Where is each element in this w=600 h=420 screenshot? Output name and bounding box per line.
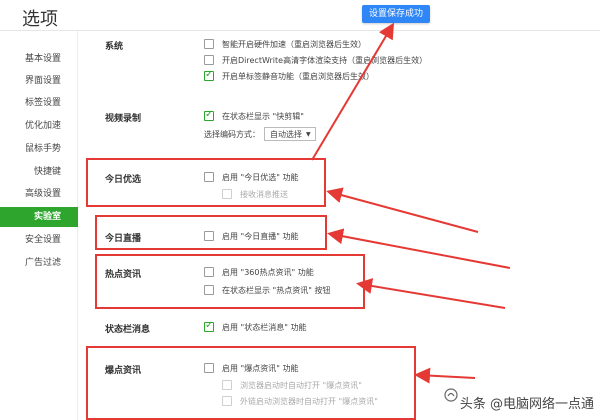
option-hw-accel[interactable]: 智能开启硬件加速（重启浏览器后生效） bbox=[204, 37, 366, 51]
sidebar-item-shortcuts[interactable]: 快捷键 bbox=[0, 162, 78, 182]
sidebar-item-adblock[interactable]: 广告过滤 bbox=[0, 253, 78, 273]
dropdown-arrow-icon: ▼ bbox=[306, 130, 311, 138]
sidebar-item-interface[interactable]: 界面设置 bbox=[0, 71, 78, 91]
sidebar-item-gestures[interactable]: 鼠标手势 bbox=[0, 139, 78, 159]
sidebar-item-tabs[interactable]: 标签设置 bbox=[0, 93, 78, 113]
checkbox-checked[interactable] bbox=[204, 69, 214, 81]
checkbox[interactable] bbox=[204, 55, 214, 65]
sidebar: 基本设置 界面设置 标签设置 优化加速 鼠标手势 快捷键 高级设置 实验室 安全… bbox=[0, 31, 78, 420]
option-tab-mute[interactable]: 开启单标签静音功能（重启浏览器后生效） bbox=[204, 69, 374, 83]
section-label-system: 系统 bbox=[105, 42, 124, 52]
sidebar-item-basic[interactable]: 基本设置 bbox=[0, 49, 78, 69]
highlight-box-today-live bbox=[95, 215, 327, 250]
sidebar-item-security[interactable]: 安全设置 bbox=[0, 230, 78, 250]
page-title: 选项 bbox=[22, 9, 58, 30]
watermark-text: 头条 @电脑网络一点通 bbox=[459, 397, 594, 412]
checkbox[interactable] bbox=[204, 39, 214, 49]
encode-method-label: 选择编码方式： bbox=[204, 129, 260, 139]
encode-method-select[interactable]: 自动选择 ▼ bbox=[264, 127, 316, 141]
option-status-msg[interactable]: 启用 "状态栏消息" 功能 bbox=[204, 320, 306, 334]
highlight-box-burst-news bbox=[86, 346, 416, 420]
save-success-toast: 设置保存成功 bbox=[362, 5, 430, 23]
highlight-box-today-pick bbox=[86, 158, 326, 207]
section-label-video: 视频录制 bbox=[105, 114, 142, 124]
checkbox-checked[interactable] bbox=[204, 109, 214, 121]
option-directwrite[interactable]: 开启DirectWrite高清字体渲染支持（重启浏览器后生效） bbox=[204, 53, 427, 67]
option-show-quick-clip[interactable]: 在状态栏显示 "快剪辑" bbox=[204, 109, 304, 123]
highlight-box-hot-news bbox=[95, 254, 365, 309]
sidebar-item-optimize[interactable]: 优化加速 bbox=[0, 116, 78, 136]
sidebar-item-lab[interactable]: 实验室 bbox=[0, 207, 78, 227]
watermark-logo-icon bbox=[444, 388, 458, 402]
encode-method-row: 选择编码方式： 自动选择 ▼ bbox=[204, 127, 316, 141]
checkbox-checked[interactable] bbox=[204, 320, 214, 332]
sidebar-item-advanced[interactable]: 高级设置 bbox=[0, 184, 78, 204]
section-label-status-msg: 状态栏消息 bbox=[105, 325, 151, 335]
